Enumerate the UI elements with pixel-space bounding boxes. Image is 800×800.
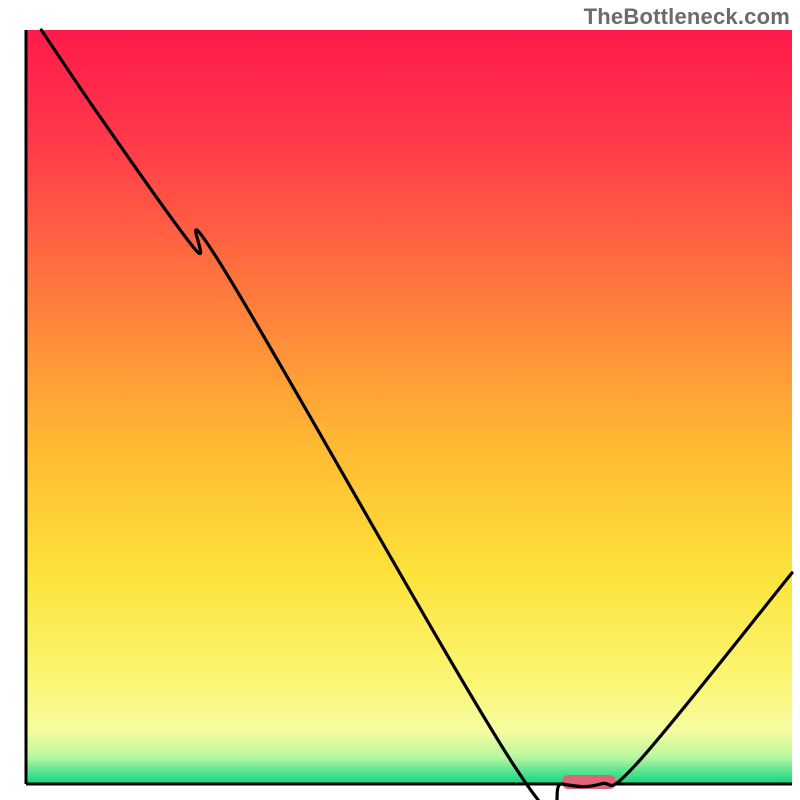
plot-background <box>26 30 792 784</box>
watermark-text: TheBottleneck.com <box>584 4 790 30</box>
chart-container: TheBottleneck.com <box>0 0 800 800</box>
bottleneck-chart <box>0 0 800 800</box>
